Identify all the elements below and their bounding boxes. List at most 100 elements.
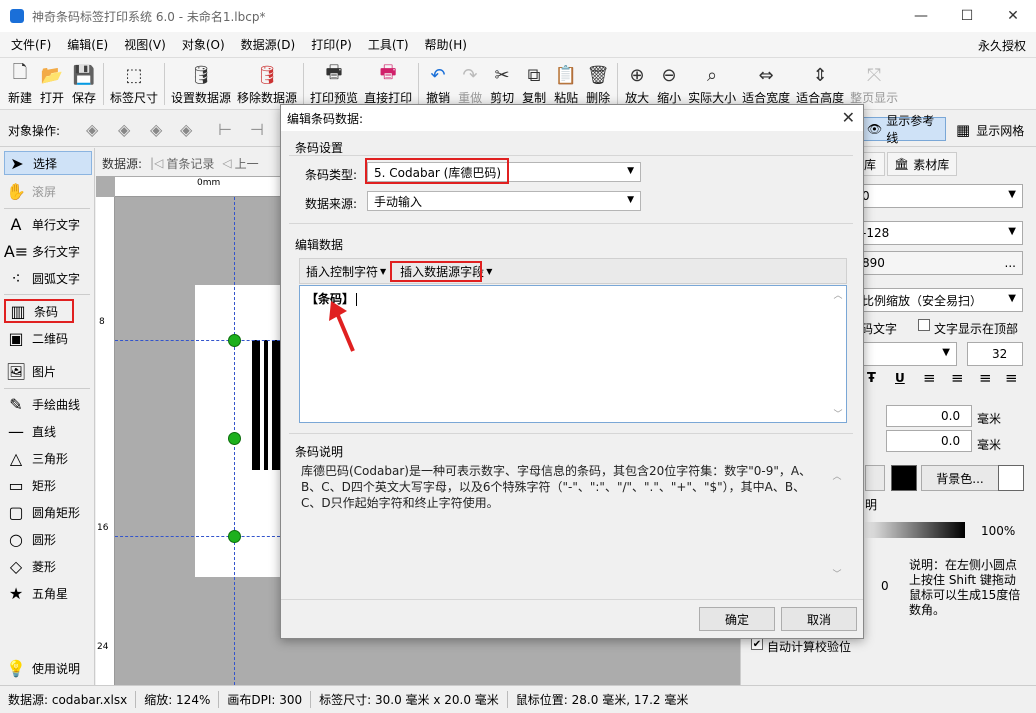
layer-top-icon[interactable]: ◈ [118, 120, 140, 139]
whole-page-button[interactable]: ⤧ 整页显示 [847, 58, 901, 110]
layer-up-icon[interactable]: ◈ [86, 120, 108, 139]
help-button[interactable]: 💡 使用说明 [4, 656, 80, 680]
menu-object[interactable]: 对象(O) [174, 36, 233, 53]
strikethrough-icon[interactable]: Ŧ [867, 371, 876, 386]
font-size-spinner[interactable]: 32 [967, 342, 1023, 366]
align-right-icon[interactable]: ≡ [979, 369, 992, 387]
background-color-button[interactable]: 背景色... [921, 465, 999, 491]
foreground-color-swatch[interactable] [891, 465, 917, 491]
dialog-close-button[interactable]: ✕ [842, 108, 855, 127]
barcode-data-editor[interactable]: 【条码】 ︿ ﹀ [299, 285, 847, 423]
copy-button[interactable]: ⧉ 复制 [518, 58, 550, 110]
cancel-button[interactable]: 取消 [781, 607, 857, 631]
scroll-up-icon[interactable]: ︿ [832, 288, 844, 301]
open-button[interactable]: 📂 打开 [36, 58, 68, 110]
license-status[interactable]: 永久授权 [978, 37, 1026, 54]
zoom-in-button[interactable]: ⊕ 放大 [621, 58, 653, 110]
font-family-select[interactable]: ▼ [857, 342, 957, 366]
remove-datasource-button[interactable]: 🛢 移除数据源 [234, 58, 300, 110]
close-window-button[interactable]: ✕ [990, 0, 1036, 32]
new-button[interactable]: 🗋 新建 [4, 58, 36, 110]
tool-image[interactable]: 🖼 图片 [4, 359, 56, 383]
prev-record-button[interactable]: 上一 [235, 155, 259, 172]
fit-height-button[interactable]: ⇕ 适合高度 [793, 58, 847, 110]
layer-bottom-icon[interactable]: ◈ [180, 120, 202, 139]
delete-button[interactable]: 🗑 删除 [582, 58, 614, 110]
tool-circle[interactable]: ○ 圆形 [4, 527, 56, 551]
tool-barcode[interactable]: ▥ 条码 [4, 299, 74, 323]
menu-help[interactable]: 帮助(H) [417, 36, 475, 53]
tool-select[interactable]: ➤ 选择 [4, 151, 92, 175]
desc-scroll-down-icon[interactable]: ﹀ [831, 567, 843, 580]
save-button[interactable]: 💾 保存 [68, 58, 100, 110]
desc-scroll-up-icon[interactable]: ︿ [831, 469, 843, 482]
layer-down-icon[interactable]: ◈ [150, 120, 172, 139]
show-grid-toggle[interactable]: ▦ 显示网格 [956, 121, 1024, 139]
status-label-size: 标签尺寸: 30.0 毫米 x 20.0 毫米 [319, 691, 508, 708]
align-left-icon[interactable]: ≡ [923, 369, 936, 387]
menu-datasource[interactable]: 数据源(D) [233, 36, 304, 53]
align-justify-icon[interactable]: ≡ [1005, 369, 1018, 387]
property-select-2[interactable]: -128 ▼ [857, 221, 1023, 245]
tool-arc-text[interactable]: ⁖ 圆弧文字 [4, 266, 80, 290]
background-color-swatch[interactable] [998, 465, 1024, 491]
resize-handle[interactable] [228, 334, 241, 347]
auto-checksum-checkbox[interactable]: ✔ [751, 638, 763, 650]
align-center-icon[interactable]: ⊣ [250, 120, 272, 139]
tool-triangle[interactable]: △ 三角形 [4, 446, 68, 470]
scroll-down-icon[interactable]: ﹀ [832, 407, 844, 420]
cut-button[interactable]: ✂ 剪切 [486, 58, 518, 110]
barcode-type-select[interactable]: 5. Codabar (库德巴码) ▼ [367, 162, 641, 182]
browse-button[interactable]: ... [1005, 256, 1016, 270]
underline-icon[interactable]: U [895, 371, 905, 385]
insert-datasource-field-button[interactable]: 插入数据源字段 ▼ [394, 263, 498, 280]
ok-button[interactable]: 确定 [699, 607, 775, 631]
tab-material-library[interactable]: 🏛 素材库 [887, 152, 957, 176]
align-left-icon[interactable]: ⊢ [218, 120, 240, 139]
menu-view[interactable]: 视图(V) [116, 36, 174, 53]
redo-button[interactable]: ↷ 重做 [454, 58, 486, 110]
print-preview-button[interactable]: 🖶 打印预览 [307, 58, 361, 110]
insert-control-char-button[interactable]: 插入控制字符 ▼ [300, 263, 392, 280]
barcode-bar [264, 340, 268, 470]
x-position-input[interactable]: 0.0 [886, 405, 972, 427]
direct-print-button[interactable]: 🖶 直接打印 [361, 58, 415, 110]
maximize-button[interactable]: ☐ [944, 0, 990, 32]
paste-button[interactable]: 📋 粘贴 [550, 58, 582, 110]
tool-diamond[interactable]: ◇ 菱形 [4, 554, 56, 578]
actual-size-button[interactable]: ⌕ 实际大小 [685, 58, 739, 110]
minimize-button[interactable]: — [898, 0, 944, 32]
image-icon: 🖼 [5, 361, 27, 381]
tool-freehand[interactable]: ✎ 手绘曲线 [4, 392, 80, 416]
show-guides-toggle[interactable]: 👁 显示参考线 [862, 114, 946, 145]
label-size-button[interactable]: ⬚ 标签尺寸 [107, 58, 161, 110]
data-source-select[interactable]: 手动输入 ▼ [367, 191, 641, 211]
menu-tools[interactable]: 工具(T) [360, 36, 417, 53]
transparency-slider[interactable] [865, 522, 965, 538]
resize-handle[interactable] [228, 530, 241, 543]
tool-star[interactable]: ★ 五角星 [4, 581, 68, 605]
tool-round-rect[interactable]: ▢ 圆角矩形 [4, 500, 80, 524]
tool-scroll[interactable]: ✋ 滚屏 [4, 179, 56, 203]
fit-width-button[interactable]: ⇔ 适合宽度 [739, 58, 793, 110]
undo-button[interactable]: ↶ 撤销 [422, 58, 454, 110]
foreground-color-button[interactable] [865, 465, 885, 491]
scale-mode-select[interactable]: 比例缩放（安全易扫） ▼ [857, 288, 1023, 312]
tool-single-line-text[interactable]: A 单行文字 [4, 212, 81, 236]
property-field-3[interactable]: 890... [857, 251, 1023, 275]
align-center-icon[interactable]: ≡ [951, 369, 964, 387]
y-position-input[interactable]: 0.0 [886, 430, 972, 452]
tool-multi-line-text[interactable]: A≡ 多行文字 [4, 239, 80, 263]
menu-edit[interactable]: 编辑(E) [59, 36, 116, 53]
tool-qrcode[interactable]: ▣ 二维码 [4, 326, 68, 350]
zoom-out-button[interactable]: ⊖ 缩小 [653, 58, 685, 110]
set-datasource-button[interactable]: 🛢 设置数据源 [168, 58, 234, 110]
property-select-1[interactable]: 0 ▼ [857, 184, 1023, 208]
text-on-top-checkbox[interactable] [918, 319, 930, 331]
tool-rect[interactable]: ▭ 矩形 [4, 473, 56, 497]
menu-file[interactable]: 文件(F) [3, 36, 59, 53]
first-record-button[interactable]: 首条记录 [166, 155, 214, 172]
tool-line[interactable]: — 直线 [4, 419, 56, 443]
menu-print[interactable]: 打印(P) [303, 36, 360, 53]
resize-handle[interactable] [228, 432, 241, 445]
